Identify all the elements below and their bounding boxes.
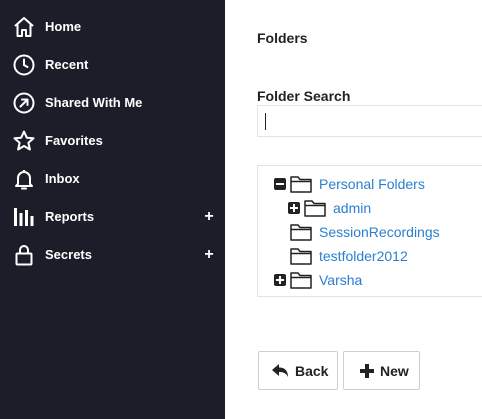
back-button-label: Back: [295, 363, 329, 379]
tree-node-personal-folders[interactable]: Personal Folders: [258, 174, 482, 194]
folder-search-input[interactable]: [257, 105, 482, 137]
folder-icon: [290, 175, 312, 193]
bell-icon: [12, 167, 36, 191]
tree-node-label[interactable]: Personal Folders: [319, 176, 425, 193]
expand-plus-icon[interactable]: +: [203, 245, 215, 265]
page-title: Folders: [257, 30, 308, 46]
tree-node-label[interactable]: admin: [333, 200, 371, 217]
new-button[interactable]: New: [343, 351, 420, 390]
sidebar-item-favorites[interactable]: Favorites: [0, 122, 225, 160]
folder-icon: [290, 247, 312, 265]
expand-plus-icon[interactable]: +: [203, 207, 215, 227]
text-caret: [265, 113, 266, 130]
sidebar-item-reports[interactable]: Reports +: [0, 198, 225, 236]
tree-node-testfolder2012[interactable]: testfolder2012: [258, 246, 482, 266]
home-icon: [12, 15, 36, 39]
sidebar-item-label: Reports: [45, 209, 95, 224]
sidebar-item-label: Recent: [45, 57, 89, 72]
clock-icon: [12, 53, 36, 77]
expand-plus-icon[interactable]: [288, 202, 300, 214]
sidebar-item-inbox[interactable]: Inbox: [0, 160, 225, 198]
sidebar-item-recent[interactable]: Recent: [0, 46, 225, 84]
bar-chart-icon: [12, 205, 36, 229]
collapse-minus-icon[interactable]: [274, 178, 286, 190]
main-content: Folders Folder Search Personal Folders a…: [225, 0, 482, 419]
tree-node-label[interactable]: Varsha: [319, 272, 362, 289]
sidebar-item-label: Inbox: [45, 171, 80, 186]
sidebar-item-home[interactable]: Home: [0, 8, 225, 46]
tree-node-sessionrecordings[interactable]: SessionRecordings: [258, 222, 482, 242]
lock-icon: [12, 243, 36, 267]
back-arrow-icon: [271, 362, 289, 380]
tree-node-label[interactable]: testfolder2012: [319, 248, 408, 265]
share-arrow-icon: [12, 91, 36, 115]
plus-icon: [358, 362, 376, 380]
tree-node-admin[interactable]: admin: [258, 198, 482, 218]
sidebar-item-label: Secrets: [45, 247, 92, 262]
folder-icon: [304, 199, 326, 217]
sidebar-item-label: Home: [45, 19, 82, 34]
back-button[interactable]: Back: [258, 351, 338, 390]
sidebar-item-shared-with-me[interactable]: Shared With Me: [0, 84, 225, 122]
sidebar: Home Recent Shared With Me Favorites Inb…: [0, 0, 225, 419]
tree-node-label[interactable]: SessionRecordings: [319, 224, 440, 241]
folder-tree: Personal Folders admin SessionRecordings…: [257, 165, 482, 297]
new-button-label: New: [380, 363, 409, 379]
star-icon: [12, 129, 36, 153]
sidebar-item-label: Shared With Me: [45, 95, 143, 110]
tree-node-varsha[interactable]: Varsha: [258, 270, 482, 290]
expand-plus-icon[interactable]: [274, 274, 286, 286]
sidebar-item-label: Favorites: [45, 133, 103, 148]
folder-icon: [290, 223, 312, 241]
folder-search-label: Folder Search: [257, 88, 351, 104]
sidebar-item-secrets[interactable]: Secrets +: [0, 236, 225, 274]
folder-icon: [290, 271, 312, 289]
